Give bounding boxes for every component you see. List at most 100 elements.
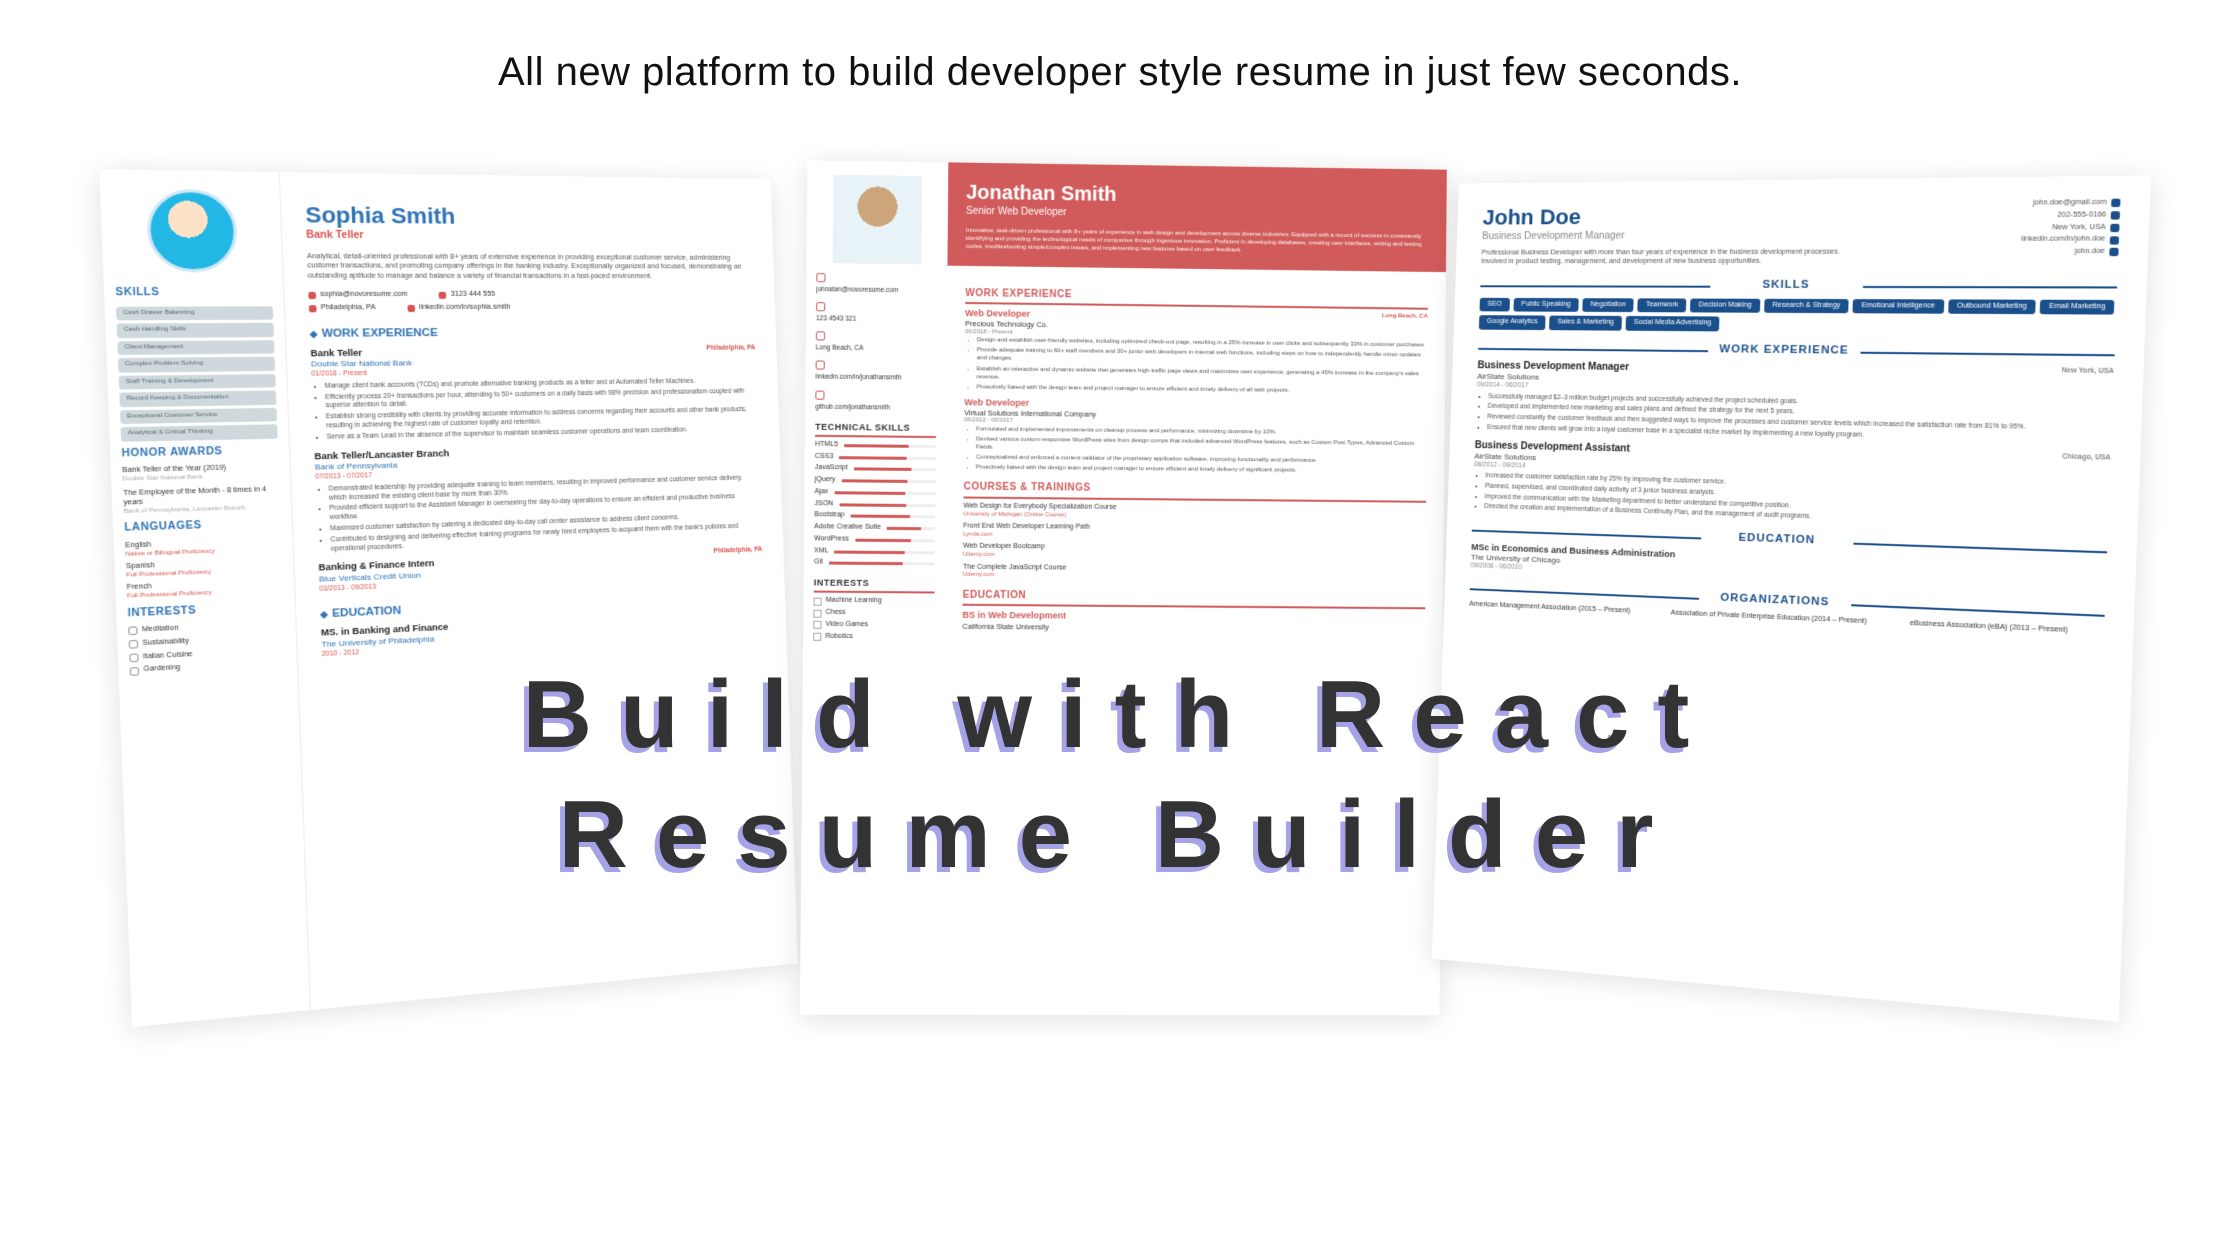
resume-card-2: johnatan@novoresume.com 123 4543 321 Lon…: [800, 160, 1447, 1015]
interest-icon: [813, 633, 821, 641]
skill-pill: Teamwork: [1638, 298, 1687, 313]
card3-location: New York, USA: [2021, 223, 2119, 233]
card2-email: johnatan@novoresume.com: [816, 273, 937, 296]
card1-interests-heading: INTERESTS: [127, 601, 284, 621]
job-entry: Business Development ManagerNew York, US…: [1475, 360, 2114, 445]
card1-summary: Analytical, detail-oriented professional…: [307, 252, 753, 281]
interest-icon: [128, 627, 137, 636]
card2-phone: 123 4543 321: [816, 302, 937, 325]
job-location: Chicago, USA: [2062, 453, 2111, 463]
card1-main: Sophia Smith Bank Teller Analytical, det…: [279, 172, 798, 1010]
card3-phone: 202-555-0166: [2022, 211, 2120, 221]
job-location: Long Beach, CA: [1382, 313, 1428, 321]
job-location: Philadelphia, PA: [713, 546, 762, 556]
job-entry: Bank Teller/Lancaster BranchBank of Penn…: [314, 441, 762, 554]
skill-pill: Negotiation: [1582, 298, 1634, 313]
phone-icon: [2111, 211, 2120, 219]
phone-icon: [816, 302, 825, 311]
resume-cards-row: SKILLS Cash Drawer BalancingCash Handlin…: [0, 155, 2240, 1105]
location-icon: [816, 332, 825, 341]
skill-pill: Analytical & Critical Thinking: [121, 424, 278, 441]
card3-linkedin: linkedin.com/in/john.doe: [2021, 235, 2119, 244]
skill-pill: Staff Training & Development: [119, 374, 276, 390]
skill-pill: Outbound Marketing: [1948, 299, 2036, 315]
card2-edu-school: California State University: [962, 622, 1425, 635]
job-entry: Web DeveloperVirtual Solutions Internati…: [964, 397, 1427, 476]
card3-contacts: john.doe@gmail.com 202-555-0166 New York…: [2020, 199, 2120, 267]
card1-phone: 3123 444 555: [439, 291, 495, 300]
card2-interests-heading: INTERESTS: [814, 578, 935, 594]
job-entry: Bank TellerPhiladelphia, PADouble Star N…: [310, 344, 758, 442]
card2-main: Jonathan Smith Senior Web Developer Inno…: [941, 162, 1447, 1015]
linkedin-icon: [2110, 236, 2119, 244]
skill-pill: Decision Making: [1690, 298, 1760, 313]
tech-skill: WordPress: [814, 535, 935, 545]
course-item: The Complete JavaScript CourseUdemy.com: [963, 563, 1426, 583]
job-bullet: Devised various custom responsive WordPr…: [976, 436, 1427, 457]
card3-summary: Professional Business Developer with mor…: [1481, 248, 1846, 267]
linkedin-icon: [816, 361, 825, 370]
interest-icon: [814, 597, 822, 605]
job-location: Philadelphia, PA: [706, 344, 755, 352]
card2-edu-heading: EDUCATION: [963, 590, 1426, 610]
card2-sidebar: johnatan@novoresume.com 123 4543 321 Lon…: [800, 160, 948, 1014]
tech-skill: JSON: [814, 500, 935, 510]
language-item: EnglishNative or Bilingual Proficiency: [125, 537, 282, 559]
skill-pill: Exceptional Customer Service: [120, 407, 277, 424]
resume-card-3: John Doe Business Development Manager Pr…: [1432, 175, 2151, 1021]
interest-item: Video Games: [813, 621, 934, 631]
interest-icon: [130, 667, 139, 676]
job-location: New York, USA: [2061, 367, 2114, 376]
card1-name: Sophia Smith: [305, 201, 751, 232]
card2-work-heading: WORK EXPERIENCE: [965, 288, 1428, 310]
card1-role: Bank Teller: [306, 229, 752, 244]
card1-linkedin: linkedin.com/in/sophia.smith: [407, 304, 510, 313]
card2-summary: Innovative, task-driven professional wit…: [966, 226, 1429, 257]
interest-item: Gardening: [130, 659, 287, 676]
interest-item: Robotics: [813, 632, 934, 642]
job-entry: Web DeveloperLong Beach, CAPrecious Tech…: [964, 308, 1427, 396]
course-item: Web Developer BootcampUdemy.com: [963, 543, 1426, 563]
card1-email: sophia@novoresume.com: [308, 291, 407, 300]
card3-email: john.doe@gmail.com: [2022, 199, 2120, 209]
mail-icon: [2111, 199, 2120, 207]
tech-skill: Bootstrap: [814, 512, 935, 522]
honor-item: Bank Teller of the Year (2019)Double Sta…: [122, 463, 279, 484]
hero-tagline: All new platform to build developer styl…: [0, 0, 2240, 155]
skill-pill: Sales & Marketing: [1549, 316, 1622, 331]
language-item: FrenchFull Professional Proficiency: [127, 578, 284, 601]
org-item: American Management Association (2015 – …: [1469, 601, 1630, 617]
card2-linkedin: linkedin.com/in/jonathansmith: [815, 361, 936, 384]
interest-item: Chess: [813, 609, 934, 619]
job-entry: Banking & Finance InternPhiladelphia, PA…: [318, 546, 763, 593]
skill-pill: Record Keeping & Documentation: [119, 390, 276, 406]
course-item: Front End Web Developer Learning PathLyn…: [963, 523, 1426, 543]
tech-skill: XML: [814, 547, 935, 557]
skill-pill: Social Media Advertising: [1625, 316, 1719, 331]
card3-role: Business Development Manager: [1482, 229, 1847, 243]
job-bullet: Proactively liaised with the design team…: [976, 464, 1427, 476]
org-item: eBusiness Association (eBA) (2013 – Pres…: [1910, 620, 2068, 636]
interest-icon: [129, 640, 138, 649]
interest-icon: [813, 609, 821, 617]
skill-pill: Cash Handling Skills: [117, 323, 274, 338]
card3-work-heading: WORK EXPERIENCE: [1478, 341, 2115, 361]
skill-pill: Client Management: [117, 340, 274, 355]
language-item: SpanishFull Professional Proficiency: [126, 557, 283, 580]
card2-tech-heading: TECHNICAL SKILLS: [815, 421, 936, 438]
location-icon: [2110, 224, 2119, 232]
phone-icon: [439, 292, 447, 299]
card1-honors-heading: HONOR AWARDS: [121, 444, 278, 460]
card2-courses-heading: COURSES & TRAININGS: [963, 482, 1426, 503]
skype-icon: [2109, 248, 2118, 256]
skill-pill: Google Analytics: [1479, 316, 1546, 331]
course-item: Web Design for Everybody Specialization …: [963, 502, 1426, 522]
tech-skill: JavaScript: [815, 464, 936, 474]
interest-icon: [129, 653, 138, 662]
card1-work-heading: WORK EXPERIENCE: [310, 325, 755, 341]
honor-item: The Employee of the Month - 8 times in 4…: [123, 486, 280, 516]
card1-sidebar: SKILLS Cash Drawer BalancingCash Handlin…: [99, 169, 310, 1027]
tech-skill: jQuery: [815, 476, 936, 486]
job-entry: Business Development AssistantChicago, U…: [1472, 440, 2110, 532]
github-icon: [815, 390, 824, 399]
